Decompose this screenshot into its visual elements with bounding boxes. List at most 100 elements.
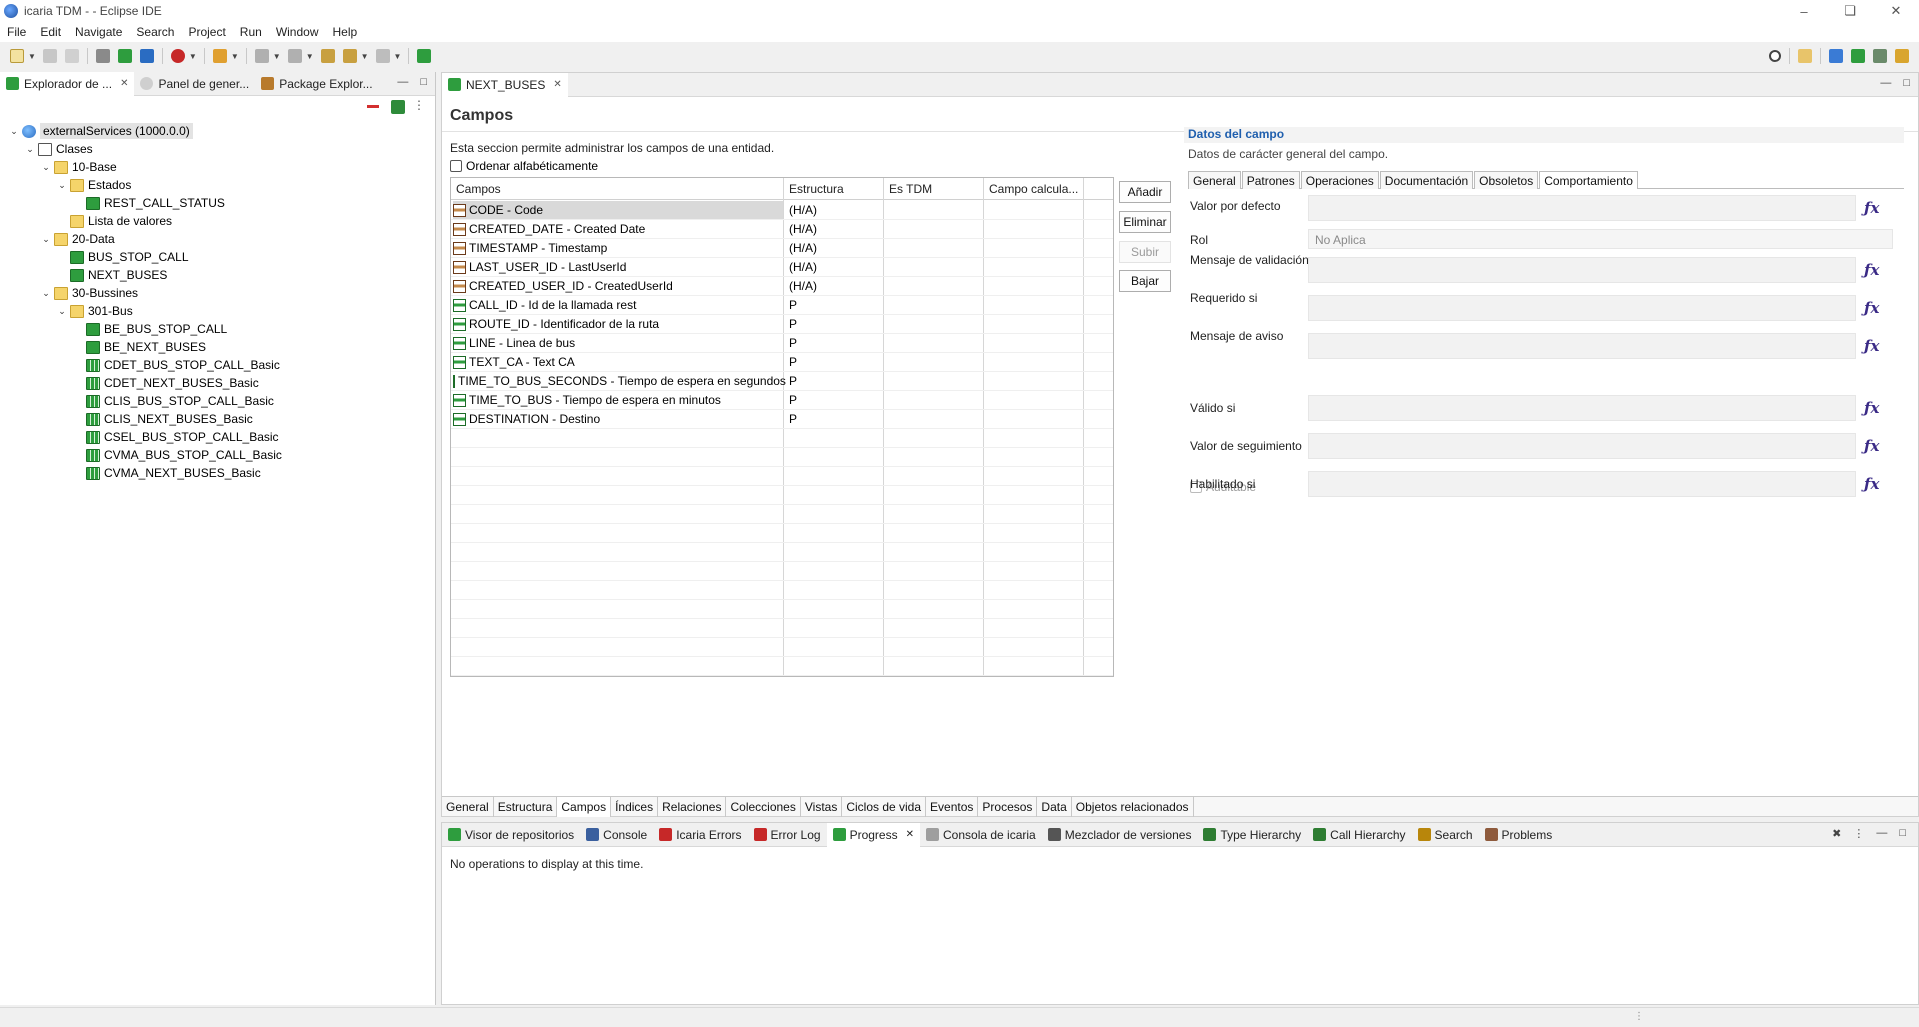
- page-tab[interactable]: Campos: [557, 797, 612, 817]
- tree-item[interactable]: CDET_BUS_STOP_CALL_Basic: [72, 356, 280, 374]
- minimize-console-icon[interactable]: —: [1876, 827, 1887, 840]
- maximize-console-icon[interactable]: □: [1899, 827, 1906, 840]
- table-row[interactable]: CODE - Code (H/A): [451, 201, 1113, 220]
- next-annotation-dropdown-icon[interactable]: ▼: [273, 52, 281, 61]
- tree-item[interactable]: REST_CALL_STATUS: [72, 194, 225, 212]
- detail-tab-documentacion[interactable]: Documentación: [1379, 171, 1474, 189]
- perspective-resource-icon[interactable]: [1895, 49, 1909, 63]
- tools-dropdown-icon[interactable]: ▼: [231, 52, 239, 61]
- perspective-java-icon[interactable]: [1829, 49, 1843, 63]
- checkbox-box[interactable]: [450, 160, 462, 172]
- tree-item[interactable]: NEXT_BUSES: [56, 266, 167, 284]
- page-tab[interactable]: Índices: [611, 797, 659, 817]
- console-tab[interactable]: Call Hierarchy: [1307, 823, 1411, 847]
- console-tab[interactable]: Console: [580, 823, 653, 847]
- delete-field-button[interactable]: Eliminar: [1119, 211, 1171, 233]
- console-tab[interactable]: Type Hierarchy: [1197, 823, 1307, 847]
- menu-project[interactable]: Project: [181, 25, 232, 39]
- menu-search[interactable]: Search: [129, 25, 181, 39]
- menu-run[interactable]: Run: [233, 25, 269, 39]
- expand-toggle-icon[interactable]: ⌄: [40, 234, 52, 245]
- header-campos[interactable]: Campos: [456, 182, 501, 196]
- database-icon[interactable]: [139, 49, 154, 63]
- menu-window[interactable]: Window: [269, 25, 326, 39]
- remove-all-finished-icon[interactable]: ✖: [1832, 827, 1841, 840]
- maximize-button[interactable]: ❏: [1827, 0, 1873, 22]
- tree-item[interactable]: ⌄ Clases: [24, 140, 92, 158]
- table-row[interactable]: TIME_TO_BUS - Tiempo de espera en minuto…: [451, 391, 1113, 410]
- expand-toggle-icon[interactable]: ⌄: [56, 306, 68, 317]
- expand-toggle-icon[interactable]: ⌄: [56, 180, 68, 191]
- table-row[interactable]: ROUTE_ID - Identificador de la ruta P: [451, 315, 1113, 334]
- open-external-icon[interactable]: [417, 49, 432, 63]
- next-annotation-icon[interactable]: [254, 49, 269, 63]
- page-tab[interactable]: Ciclos de vida: [842, 797, 927, 817]
- page-tab[interactable]: Procesos: [978, 797, 1038, 817]
- tab-package-explorer[interactable]: Package Explor...: [255, 72, 378, 96]
- page-tab[interactable]: Estructura: [494, 797, 558, 817]
- console-tab[interactable]: Problems: [1479, 823, 1559, 847]
- console-tab[interactable]: Progress ✕: [826, 822, 920, 847]
- menu-edit[interactable]: Edit: [33, 25, 68, 39]
- tree-item[interactable]: BE_NEXT_BUSES: [72, 338, 206, 356]
- page-tab[interactable]: General: [442, 797, 494, 817]
- page-tab[interactable]: Objetos relacionados: [1072, 797, 1194, 817]
- link-with-editor-icon[interactable]: [391, 100, 405, 114]
- header-campo-calculado[interactable]: Campo calcula...: [989, 182, 1078, 196]
- sort-alphabetically-checkbox[interactable]: Ordenar alfabéticamente: [450, 159, 598, 173]
- detail-tab-general[interactable]: General: [1188, 171, 1241, 189]
- close-tab-icon[interactable]: ✕: [906, 829, 914, 840]
- collapse-all-icon[interactable]: [367, 105, 379, 108]
- prev-annotation-icon[interactable]: [287, 49, 302, 63]
- tree-item[interactable]: CLIS_BUS_STOP_CALL_Basic: [72, 392, 274, 410]
- header-estructura[interactable]: Estructura: [789, 182, 844, 196]
- tree-item[interactable]: ⌄ externalServices (1000.0.0): [8, 122, 193, 140]
- add-field-button[interactable]: Añadir: [1119, 181, 1171, 203]
- console-tab[interactable]: Consola de icaria: [920, 823, 1042, 847]
- forward-dropdown-icon[interactable]: ▼: [394, 52, 402, 61]
- console-tab[interactable]: Icaria Errors: [653, 823, 747, 847]
- page-tab[interactable]: Vistas: [801, 797, 843, 817]
- binary-icon[interactable]: [95, 49, 110, 63]
- console-tab[interactable]: Search: [1412, 823, 1479, 847]
- tree-item[interactable]: CLIS_NEXT_BUSES_Basic: [72, 410, 253, 428]
- menu-file[interactable]: File: [0, 25, 33, 39]
- search-icon[interactable]: [1769, 50, 1781, 62]
- table-row[interactable]: LINE - Linea de bus P: [451, 334, 1113, 353]
- table-row[interactable]: LAST_USER_ID - LastUserId (H/A): [451, 258, 1113, 277]
- table-row[interactable]: TIME_TO_BUS_SECONDS - Tiempo de espera e…: [451, 372, 1113, 391]
- editor-tab-next-buses[interactable]: NEXT_BUSES ✕: [442, 72, 568, 97]
- save-icon[interactable]: [42, 49, 57, 63]
- valid-if-input[interactable]: [1308, 395, 1856, 421]
- tree-item[interactable]: ⌄ 20-Data: [40, 230, 114, 248]
- required-if-input[interactable]: [1308, 295, 1856, 321]
- formula-icon[interactable]: ƒx: [1864, 333, 1888, 359]
- page-tab[interactable]: Data: [1037, 797, 1072, 817]
- header-es-tdm[interactable]: Es TDM: [889, 182, 932, 196]
- maximize-view-icon[interactable]: □: [420, 76, 427, 88]
- console-tab[interactable]: Error Log: [748, 823, 827, 847]
- validation-message-input[interactable]: [1308, 257, 1856, 283]
- last-edit-icon[interactable]: [320, 49, 335, 63]
- formula-icon[interactable]: ƒx: [1864, 295, 1888, 321]
- close-tab-icon[interactable]: ✕: [120, 78, 128, 89]
- warning-message-input[interactable]: [1308, 333, 1856, 359]
- tree-item[interactable]: BE_BUS_STOP_CALL: [72, 320, 227, 338]
- default-value-input[interactable]: [1308, 195, 1856, 221]
- forward-icon[interactable]: [375, 49, 390, 63]
- minimize-button[interactable]: –: [1781, 0, 1827, 22]
- tab-explorador[interactable]: Explorador de ... ✕: [0, 71, 135, 96]
- detail-tab-patrones[interactable]: Patrones: [1241, 171, 1300, 189]
- table-row[interactable]: TIMESTAMP - Timestamp (H/A): [451, 239, 1113, 258]
- perspective-debug-icon[interactable]: [1873, 49, 1887, 63]
- tree-item[interactable]: BUS_STOP_CALL: [56, 248, 189, 266]
- tab-panel-generacion[interactable]: Panel de gener...: [134, 72, 255, 96]
- menu-navigate[interactable]: Navigate: [68, 25, 129, 39]
- table-row[interactable]: DESTINATION - Destino P: [451, 410, 1113, 429]
- minimize-editor-icon[interactable]: —: [1880, 77, 1891, 89]
- back-dropdown-icon[interactable]: ▼: [361, 52, 369, 61]
- back-icon[interactable]: [342, 49, 357, 63]
- close-button[interactable]: ✕: [1873, 0, 1919, 22]
- tree-item[interactable]: CSEL_BUS_STOP_CALL_Basic: [72, 428, 279, 446]
- tree-item[interactable]: ⌄ 10-Base: [40, 158, 116, 176]
